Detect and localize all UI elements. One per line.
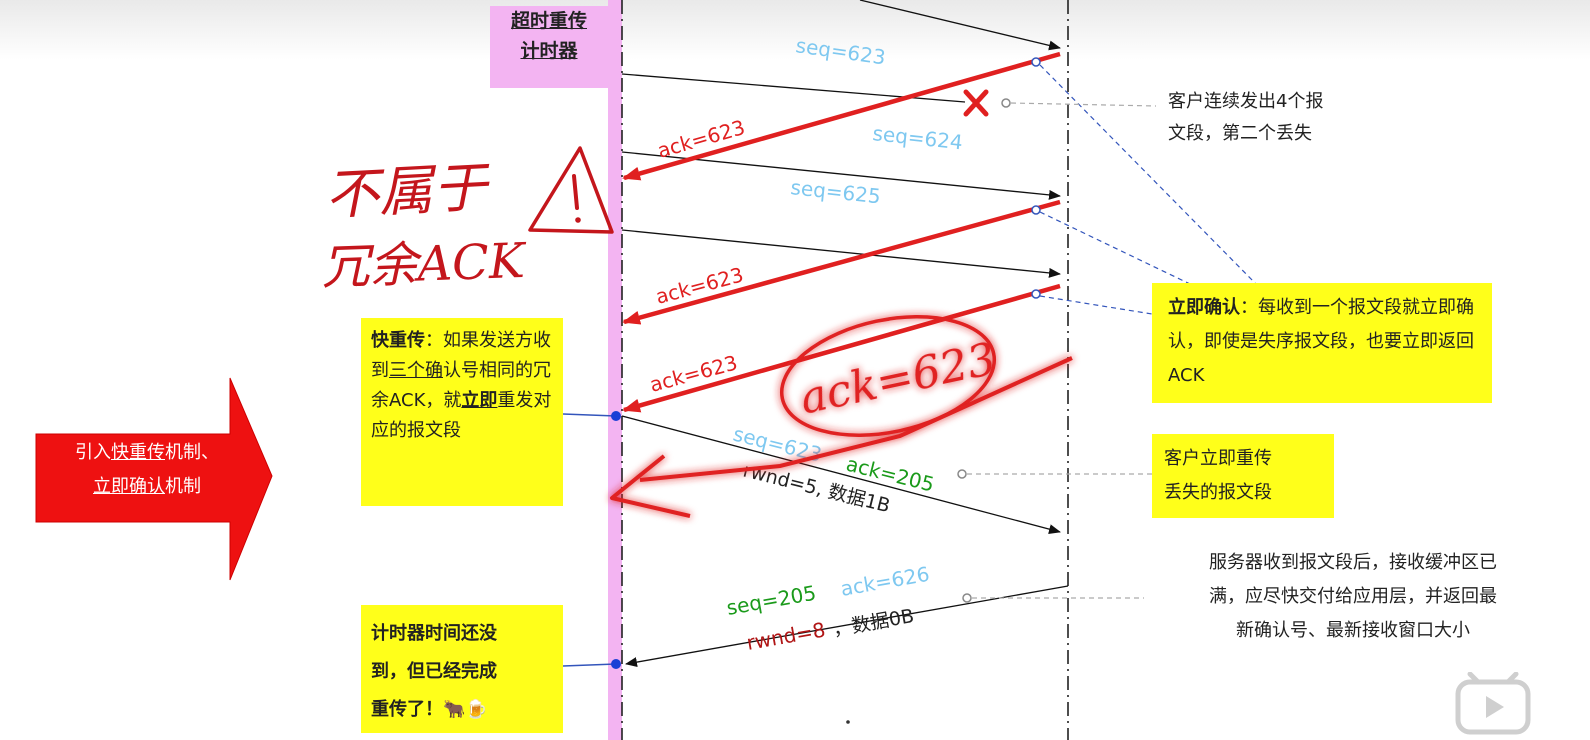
timer-bar <box>608 0 622 740</box>
intro-suffix: 机制 <box>165 476 201 497</box>
loss-note-line1: 客户连续发出4个报 <box>1168 91 1324 112</box>
warning-icon <box>528 146 614 234</box>
server-note-line3: 新确认号、最新接收窗口大小 <box>1236 620 1470 641</box>
circled-ack-text: ack=623 <box>796 334 1001 425</box>
reply-rwnd-label: rwnd=8 <box>745 617 827 654</box>
connector-immed-2 <box>1039 211 1191 285</box>
receive-dot-2 <box>1031 205 1041 215</box>
fast-text-5: 立即 <box>461 390 498 411</box>
timer-label-line1: 超时重传 <box>510 10 587 32</box>
connector-immed-3 <box>1039 295 1153 315</box>
intro-immed: 立即确认 <box>93 476 165 497</box>
loss-note: 客户连续发出4个报 文段，第二个丢失 <box>1168 86 1398 150</box>
immed-title: 立即确认 <box>1168 297 1240 318</box>
timer-dot <box>611 659 621 669</box>
connector-loss <box>1010 102 1157 107</box>
play-logo-icon <box>1455 672 1531 735</box>
timer-note-line3: 重传了！🐂🍺 <box>371 699 488 720</box>
seq-625-label: seq=625 <box>789 175 881 208</box>
reply-seq-label: seq=205 <box>725 581 818 620</box>
server-note-line1: 服务器收到报文段后，接收缓冲区已 <box>1209 552 1497 573</box>
handwriting-redundant-ack: 冗余ACK <box>320 233 528 296</box>
resend-dot <box>957 469 967 479</box>
fast-text-4: ，就 <box>425 390 462 411</box>
seq-623-label: seq=623 <box>794 33 887 69</box>
segment-arrow-625 <box>621 229 1061 278</box>
resend-note-line2: 丢失的报文段 <box>1164 482 1272 503</box>
resend-note-line1: 客户立即重传 <box>1164 448 1272 469</box>
loss-note-line2: 文段，第二个丢失 <box>1168 123 1312 144</box>
fast-dot <box>611 411 621 421</box>
lost-x-icon <box>963 89 989 117</box>
fast-text-2: 三个确 <box>389 360 443 381</box>
seq-624-label: seq=624 <box>871 121 963 154</box>
lost-dot <box>1001 98 1011 108</box>
intro-mid: 机制、 <box>165 442 219 463</box>
fast-title: 快重传 <box>371 330 425 351</box>
immediate-ack-note: 立即确认：每收到一个报文段就立即确认，即使是失序报文段，也要立即返回ACK <box>1152 283 1492 403</box>
timer-note: 计时器时间还没 到，但已经完成 重传了！🐂🍺 <box>361 605 563 733</box>
timer-note-line2: 到，但已经完成 <box>371 661 497 682</box>
timer-label-line2: 计时器 <box>520 40 578 62</box>
stray-dot <box>846 720 850 724</box>
handwriting-not-redundant: 不属于 <box>323 155 492 227</box>
server-note-line2: 满，应尽快交付给应用层，并返回最 <box>1209 586 1497 607</box>
ack-arrow-1 <box>622 51 1061 181</box>
receive-dot-3 <box>1031 289 1041 299</box>
intro-fast: 快重传 <box>111 442 165 463</box>
server-note: 服务器收到报文段后，接收缓冲区已 满，应尽快交付给应用层，并返回最 新确认号、最… <box>1148 546 1558 648</box>
segment-arrow-top <box>859 0 1061 51</box>
intro-prefix: 引入 <box>75 442 111 463</box>
timer-label: 超时重传 计时器 <box>490 6 608 88</box>
timer-note-line1: 计时器时间还没 <box>371 623 497 644</box>
reply-data-label: ，数据0B <box>831 605 916 641</box>
fast-retransmit-note: 快重传：如果发送方收到三个确认号相同的冗余ACK，就立即重发对应的报文段 <box>361 318 563 506</box>
reply-ack-label: ack=626 <box>839 562 932 601</box>
intro-arrow-text: 引入快重传机制、 立即确认机制 <box>42 436 252 504</box>
resend-note: 客户立即重传 丢失的报文段 <box>1152 434 1334 518</box>
receive-dot-1 <box>1031 57 1041 67</box>
reply-dot <box>962 593 972 603</box>
